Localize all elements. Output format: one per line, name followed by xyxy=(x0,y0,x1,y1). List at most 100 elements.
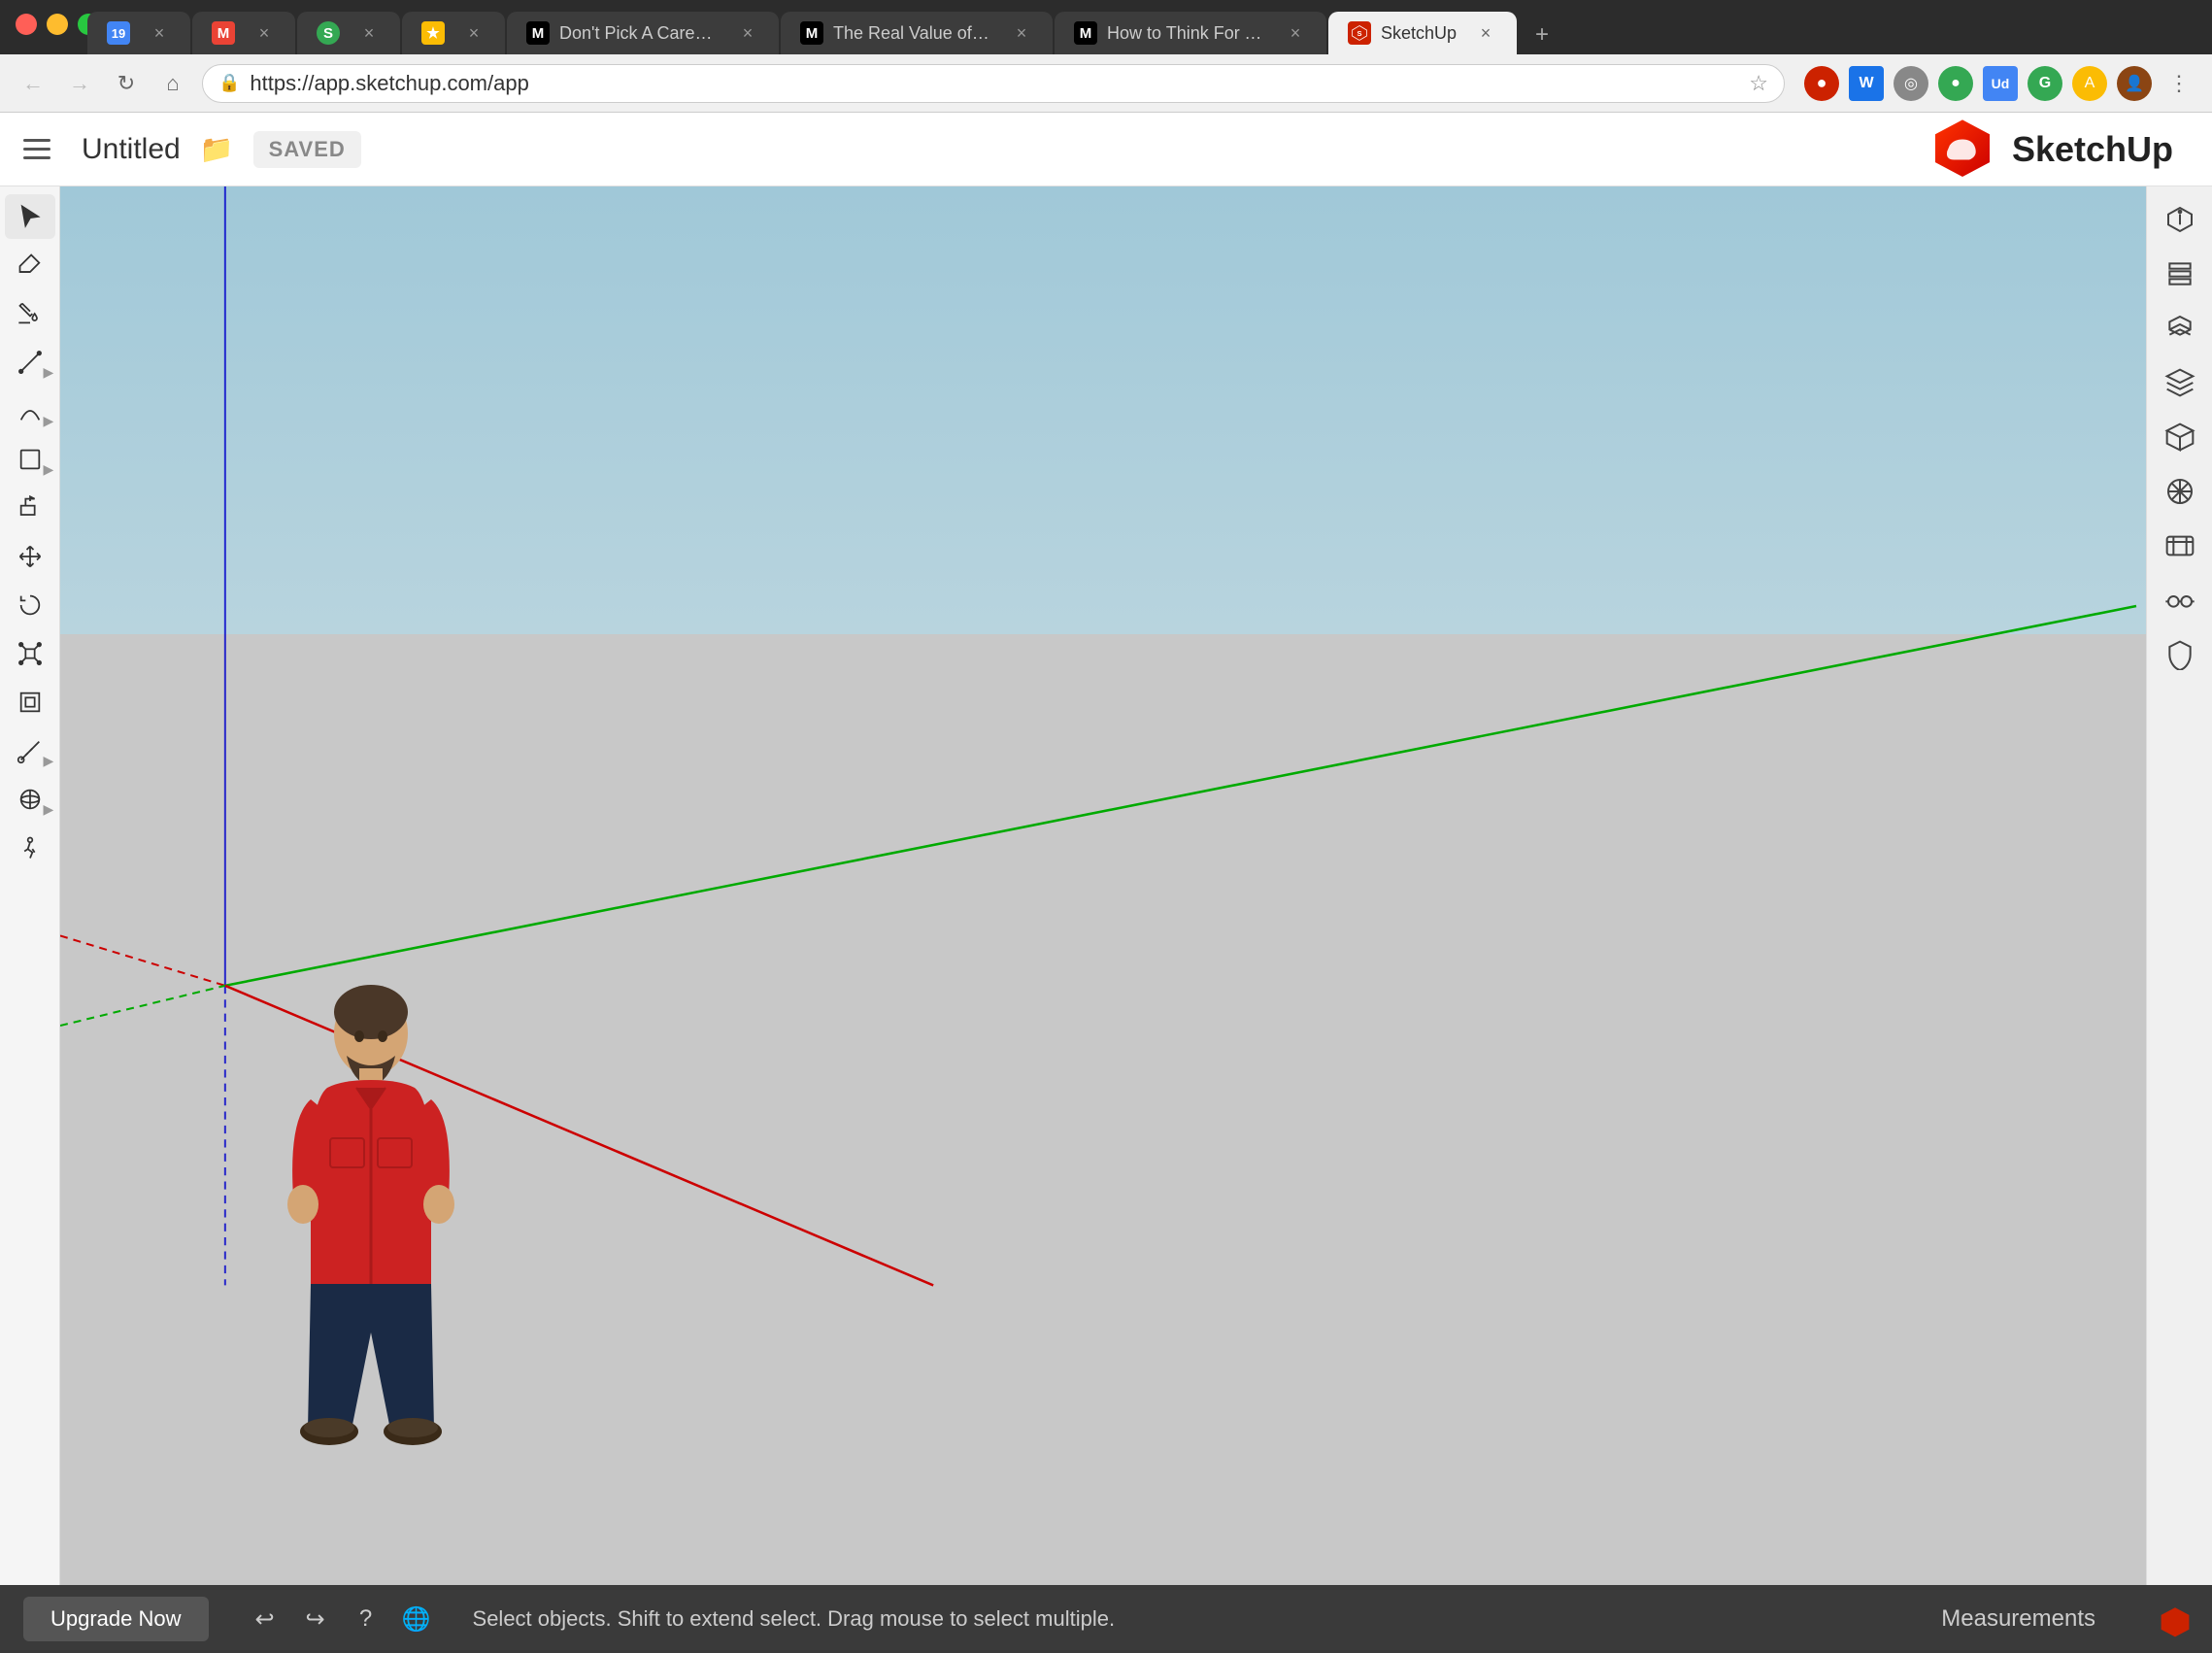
ext-icon-7[interactable]: A xyxy=(2072,66,2107,101)
tab-close-calendar[interactable]: × xyxy=(148,21,171,45)
right-tool-outliner[interactable] xyxy=(2153,412,2207,462)
tool-rotate[interactable] xyxy=(5,583,55,627)
tool-shapes[interactable]: ▶ xyxy=(5,437,55,482)
browser-menu-button[interactable]: ⋮ xyxy=(2162,66,2196,101)
measurements-label: Measurements xyxy=(1941,1605,2095,1633)
tab-close-medium-1[interactable]: × xyxy=(736,21,759,45)
tool-push-pull[interactable] xyxy=(5,486,55,530)
left-toolbar: ▶ ▶ ▶ xyxy=(0,186,60,1585)
tab-favicon-calendar: 19 xyxy=(107,21,130,45)
tool-orbit[interactable]: ▶ xyxy=(5,777,55,822)
ext-icon-5[interactable]: Ud xyxy=(1983,66,2018,101)
right-tool-model-info[interactable] xyxy=(2153,194,2207,245)
tab-favicon-medium-3: M xyxy=(1074,21,1097,45)
tool-arrow-orbit: ▶ xyxy=(44,801,53,818)
tab-favicon-gmail: M xyxy=(212,21,235,45)
ext-icon-2[interactable]: W xyxy=(1849,66,1884,101)
tab-close-gmail[interactable]: × xyxy=(252,21,276,45)
tab-close-medium-2[interactable]: × xyxy=(1010,21,1033,45)
tab-calendar[interactable]: 19 × xyxy=(87,12,190,54)
tool-eraser[interactable] xyxy=(5,243,55,287)
svg-text:S: S xyxy=(1357,29,1361,38)
tab-medium-1[interactable]: M Don't Pick A Career—Cre × xyxy=(507,12,779,54)
saved-badge: SAVED xyxy=(253,131,361,168)
ext-icon-4[interactable]: ● xyxy=(1938,66,1973,101)
user-avatar[interactable]: 👤 xyxy=(2117,66,2152,101)
tool-scale[interactable] xyxy=(5,631,55,676)
tool-line[interactable]: ▶ xyxy=(5,340,55,385)
tab-close-star[interactable]: × xyxy=(462,21,486,45)
tool-paint-bucket[interactable] xyxy=(5,291,55,336)
right-toolbar xyxy=(2146,186,2212,1585)
sketchup-bottom-icon xyxy=(2158,1605,2193,1645)
upgrade-button[interactable]: Upgrade Now xyxy=(23,1597,209,1641)
tab-label-medium-1: Don't Pick A Career—Cre xyxy=(559,23,719,44)
tab-gmail[interactable]: M × xyxy=(192,12,295,54)
tool-arc[interactable]: ▶ xyxy=(5,388,55,433)
refresh-button[interactable]: ↻ xyxy=(109,66,144,101)
tool-walk[interactable] xyxy=(5,826,55,870)
tab-favicon-search: S xyxy=(317,21,340,45)
tab-medium-2[interactable]: M The Real Value of Faceb × xyxy=(781,12,1053,54)
undo-button[interactable]: ↩ xyxy=(248,1602,283,1636)
minimize-button[interactable] xyxy=(47,14,68,35)
tab-favicon-sketchup: S xyxy=(1348,21,1371,45)
tab-label-sketchup: SketchUp xyxy=(1381,23,1457,44)
right-tool-warehouse[interactable] xyxy=(2153,357,2207,408)
close-button[interactable] xyxy=(16,14,37,35)
home-button[interactable]: ⌂ xyxy=(155,66,190,101)
tab-close-search[interactable]: × xyxy=(357,21,381,45)
tool-arrow-line: ▶ xyxy=(44,364,53,381)
tab-favicon-star: ★ xyxy=(421,21,445,45)
human-figure xyxy=(274,983,468,1449)
address-bar[interactable]: 🔒 https://app.sketchup.com/app ☆ xyxy=(202,64,1785,103)
tab-bar: 19 × M × S × ★ × M Don't Pick A Career—C… xyxy=(0,0,2212,54)
app-title: Untitled xyxy=(82,133,181,166)
folder-icon[interactable]: 📁 xyxy=(200,133,234,165)
tool-offset[interactable] xyxy=(5,680,55,725)
help-button[interactable]: ? xyxy=(349,1602,384,1636)
extension-icons: ● W ◎ ● Ud G A 👤 ⋮ xyxy=(1804,66,2196,101)
ext-icon-1[interactable]: ● xyxy=(1804,66,1839,101)
tab-favicon-medium-1: M xyxy=(526,21,550,45)
tab-medium-3[interactable]: M How to Think For Yourse × xyxy=(1055,12,1326,54)
bottom-bar: Upgrade Now ↩ ↪ ? 🌐 Select objects. Shif… xyxy=(0,1585,2212,1653)
hamburger-menu[interactable] xyxy=(23,130,62,169)
sketchup-logo-text: SketchUp xyxy=(2012,129,2173,170)
lock-icon: 🔒 xyxy=(218,73,240,93)
right-tool-styles[interactable] xyxy=(2153,466,2207,517)
tool-tape[interactable]: ▶ xyxy=(5,728,55,773)
right-tool-scenes[interactable] xyxy=(2153,521,2207,571)
sketchup-logo-svg xyxy=(1928,116,1996,184)
forward-button[interactable]: → xyxy=(62,66,97,101)
ext-icon-3[interactable]: ◎ xyxy=(1894,66,1928,101)
status-text: Select objects. Shift to extend select. … xyxy=(473,1606,2189,1632)
tool-move[interactable] xyxy=(5,534,55,579)
right-tool-layers[interactable] xyxy=(2153,249,2207,299)
ext-icon-6[interactable]: G xyxy=(2028,66,2062,101)
tool-arrow-arc: ▶ xyxy=(44,413,53,429)
back-button[interactable]: ← xyxy=(16,66,50,101)
main-area: ▶ ▶ ▶ xyxy=(0,186,2212,1585)
app-header: Untitled 📁 SAVED SketchUp xyxy=(0,113,2212,186)
viewport[interactable] xyxy=(60,186,2146,1585)
tab-label-medium-2: The Real Value of Faceb xyxy=(833,23,992,44)
status-icons: ↩ ↪ ? 🌐 xyxy=(248,1602,434,1636)
new-tab-button[interactable]: + xyxy=(1523,16,1561,54)
tab-close-medium-3[interactable]: × xyxy=(1284,21,1307,45)
tab-star[interactable]: ★ × xyxy=(402,12,505,54)
tab-search[interactable]: S × xyxy=(297,12,400,54)
address-text: https://app.sketchup.com/app xyxy=(250,71,1739,96)
redo-button[interactable]: ↪ xyxy=(298,1602,333,1636)
right-tool-extension[interactable] xyxy=(2153,629,2207,680)
sketchup-logo: SketchUp xyxy=(1928,116,2173,184)
tab-label-medium-3: How to Think For Yourse xyxy=(1107,23,1266,44)
tab-close-sketchup[interactable]: × xyxy=(1474,21,1497,45)
tool-select[interactable] xyxy=(5,194,55,239)
right-tool-shadow[interactable] xyxy=(2153,575,2207,625)
globe-icon[interactable]: 🌐 xyxy=(399,1602,434,1636)
right-tool-tags[interactable] xyxy=(2153,303,2207,354)
tab-sketchup[interactable]: S SketchUp × xyxy=(1328,12,1517,54)
bookmark-icon[interactable]: ☆ xyxy=(1749,71,1768,96)
tool-arrow-tape: ▶ xyxy=(44,753,53,769)
